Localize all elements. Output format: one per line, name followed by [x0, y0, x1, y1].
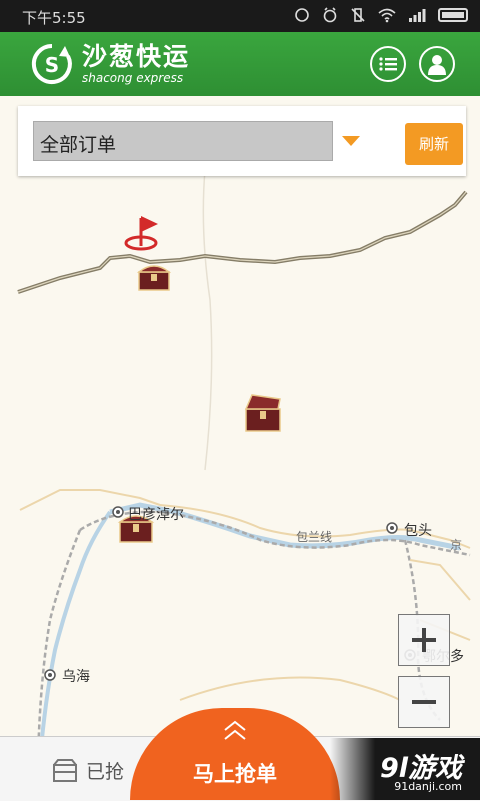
watermark-url: 91danji.com — [394, 780, 462, 793]
zoom-in-button[interactable] — [398, 614, 450, 666]
user-icon — [428, 55, 446, 75]
grab-order-label: 马上抢单 — [193, 762, 277, 786]
zoom-out-button[interactable] — [398, 676, 450, 728]
city-dot-baotou — [386, 522, 398, 534]
sync-icon — [295, 8, 309, 22]
logo-icon: S — [31, 43, 72, 84]
map-label-baotou: 包头 — [404, 523, 432, 539]
refresh-button[interactable]: 刷新 — [405, 123, 463, 165]
brand-name: 沙葱快运 — [82, 42, 191, 71]
minus-icon — [412, 700, 436, 704]
wifi-icon — [378, 8, 396, 23]
profile-button[interactable] — [419, 46, 455, 82]
svg-text:S: S — [45, 53, 59, 77]
chevron-down-icon — [342, 136, 360, 146]
list-icon — [379, 57, 397, 71]
tab-grabbed[interactable]: 已抢 — [52, 757, 124, 784]
alarm-icon — [323, 7, 337, 23]
map-label-baolan: 包兰线 — [296, 530, 333, 544]
box-icon — [53, 758, 77, 782]
brand-logo: S 沙葱快运 shacong express — [30, 42, 190, 86]
dropdown-toggle[interactable] — [333, 121, 369, 161]
order-filter-card: 全部订单 刷新 — [18, 106, 466, 176]
treasure-chest-icon[interactable] — [244, 394, 281, 432]
signal-icon — [409, 9, 426, 22]
double-chevron-up-icon — [224, 720, 246, 740]
vibrate-off-icon — [351, 8, 365, 22]
map-label-jing: 京 — [450, 538, 463, 552]
battery-icon — [438, 8, 468, 22]
watermark: 9l游戏 91danji.com — [330, 738, 480, 800]
order-type-select[interactable]: 全部订单 — [33, 121, 333, 161]
app-bar: S 沙葱快运 shacong express — [0, 32, 480, 96]
city-dot-bayannur — [112, 506, 124, 518]
status-bar: 下午5:55 — [0, 0, 480, 32]
tab-grabbed-label: 已抢 — [86, 761, 125, 783]
order-type-value: 全部订单 — [40, 134, 117, 156]
brand-tagline: shacong express — [82, 71, 184, 85]
plus-icon — [412, 628, 436, 652]
order-list-button[interactable] — [370, 46, 406, 82]
map-label-wuhai: 乌海 — [62, 669, 90, 685]
treasure-chest-icon[interactable] — [136, 265, 172, 291]
map-label-bayannur: 巴彦淖尔 — [128, 507, 184, 523]
city-dot-wuhai — [44, 669, 56, 681]
status-time: 下午5:55 — [22, 9, 86, 27]
